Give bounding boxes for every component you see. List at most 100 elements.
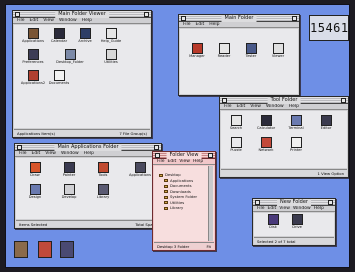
zoom-box-icon[interactable] [328,200,333,205]
window-titlebar[interactable]: Tool Folder [220,97,348,104]
icon-item[interactable]: Utilities [98,49,124,65]
icon-item[interactable]: Calculator [253,115,279,131]
window-applications[interactable]: Main Applications Folder File Edit View … [14,143,162,229]
window-title: Main Folder Viewer [55,11,109,18]
disk-icon [267,214,279,225]
icon-label: Painter [62,173,76,177]
window-tool-folder[interactable]: Tool Folder File Edit View Window Help S… [219,96,349,178]
icon-item[interactable]: Documents [46,70,72,86]
menu-help[interactable]: Help [209,22,219,27]
menu-window[interactable]: Window [61,151,79,156]
zoom-box-icon[interactable] [292,16,297,21]
tree-label: Desktop [165,172,181,177]
close-box-icon[interactable] [181,16,186,21]
icon-item[interactable]: Viewer [265,43,291,59]
library-icon [97,184,109,195]
menu-window[interactable]: Window [59,18,77,23]
menu-view[interactable]: View [45,151,56,156]
window-top-middle[interactable]: Main Folder File Edit Help Manager Reade… [178,14,300,96]
menu-edit[interactable]: Edit [196,22,205,27]
menu-file[interactable]: File [257,206,265,211]
window-titlebar[interactable]: Main Folder Viewer [13,11,151,18]
documents-icon [53,70,65,81]
close-box-icon[interactable] [255,200,260,205]
icon-item[interactable]: Drive [284,214,310,230]
menu-help[interactable]: Help [289,104,299,109]
menu-edit[interactable]: Edit [32,151,41,156]
icon-item[interactable]: Develop [56,184,82,200]
icon-label: Help_Guide [100,39,122,43]
icon-item[interactable]: Help_Guide [98,28,124,44]
icon-item[interactable]: Manager [184,43,210,59]
close-box-icon[interactable] [15,12,20,17]
menu-view[interactable]: View [43,18,54,23]
menu-help[interactable]: Help [314,206,324,211]
icon-item[interactable]: Disk [260,214,286,230]
design-icon [29,184,41,195]
menu-file[interactable]: File [19,151,27,156]
tree-label: Utilities [170,199,185,205]
icon-item[interactable]: Design [22,184,48,200]
icon-item[interactable]: Reader [211,43,237,59]
window-main-folder[interactable]: Main Folder Viewer File Edit View Window… [12,10,152,138]
menu-help[interactable]: Help [84,151,94,156]
menu-help[interactable]: Help [193,159,203,164]
window-new-folder[interactable]: New Folder File Edit View Window Help Di… [252,198,336,246]
icon-item[interactable]: Editor [313,115,339,131]
close-box-icon[interactable] [17,145,22,150]
dock-app-icon[interactable] [60,241,74,258]
icon-item[interactable]: Terminal [283,115,309,131]
menu-view[interactable]: View [250,104,261,109]
icon-item[interactable]: Tools [90,162,116,178]
tree-item[interactable]: Library [159,205,197,211]
zoom-box-icon[interactable] [154,145,159,150]
close-box-icon[interactable] [155,153,160,158]
window-titlebar[interactable]: New Folder [253,199,335,206]
window-titlebar[interactable]: Folder View [153,152,215,159]
icon-item[interactable]: Calendar [46,28,72,44]
window-folder-view[interactable]: Folder View File Edit View Help Desktop … [152,151,216,251]
menu-edit[interactable]: Edit [30,18,39,23]
icon-item[interactable]: Draw [22,162,48,178]
menu-view[interactable]: View [179,159,190,164]
menu-window[interactable]: Window [266,104,284,109]
menu-file[interactable]: File [17,18,25,23]
icon-item[interactable]: Desktop_Folder [50,49,90,65]
icon-item[interactable]: Library [90,184,116,200]
icon-item[interactable]: Tester [238,43,264,59]
tree-label: Applications [170,177,194,183]
dock-disk-icon[interactable] [14,241,28,258]
zoom-box-icon[interactable] [144,12,149,17]
menu-file[interactable]: File [157,159,165,164]
vertical-scrollbar[interactable] [208,166,213,241]
icon-label: Archive [78,39,92,43]
zoom-box-icon[interactable] [208,153,213,158]
menu-bar: File Edit View Help [153,159,215,165]
close-box-icon[interactable] [222,98,227,103]
icon-item[interactable]: Applications [20,28,46,44]
zoom-box-icon[interactable] [341,98,346,103]
window-titlebar[interactable]: Main Applications Folder [15,144,161,151]
menu-window[interactable]: Window [293,206,311,211]
menu-edit[interactable]: Edit [268,206,277,211]
dock-trash-icon[interactable] [38,241,52,258]
draw-icon [29,162,41,173]
apps2-icon [27,70,39,81]
menu-edit[interactable]: Edit [237,104,246,109]
window-titlebar[interactable]: Main Folder [179,15,299,22]
icon-item[interactable]: Search [223,115,249,131]
icon-item[interactable]: Preferences [20,49,46,65]
menu-help[interactable]: Help [82,18,92,23]
calendar-icon [53,28,65,39]
menu-file[interactable]: File [183,22,191,27]
menu-edit[interactable]: Edit [168,159,177,164]
menu-view[interactable]: View [279,206,290,211]
window-content: Desktop Applications Documents Downloads… [154,166,214,241]
menu-file[interactable]: File [224,104,232,109]
icon-item[interactable]: Painter [56,162,82,178]
icon-item[interactable]: Applications2 [20,70,46,86]
icon-item[interactable]: Puzzle [223,137,249,153]
icon-item[interactable]: Printer [283,137,309,153]
icon-item[interactable]: Network [253,137,279,153]
icon-item[interactable]: Archive [72,28,98,44]
